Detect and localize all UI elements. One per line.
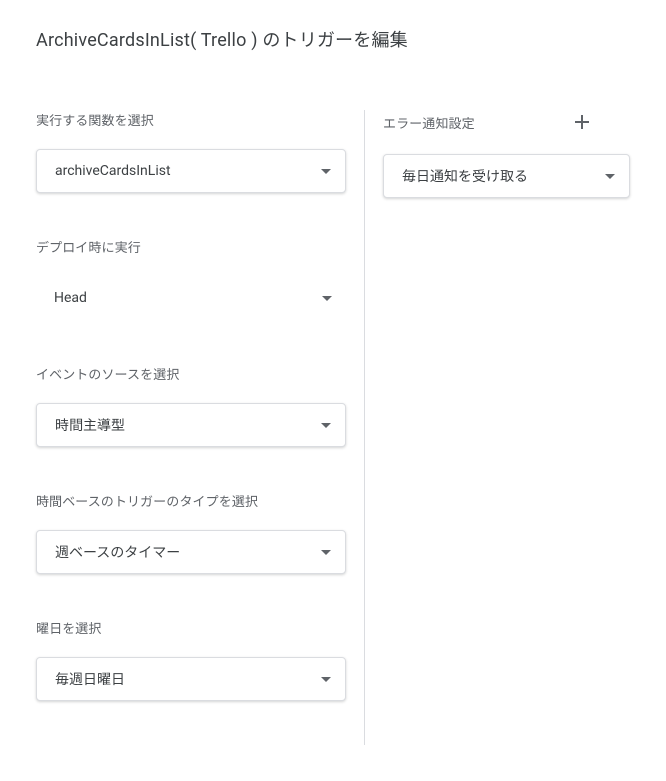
- trigger-editor-dialog: ArchiveCardsInList( Trello ) のトリガーを編集 実行…: [0, 0, 666, 781]
- deploy-select[interactable]: Head: [36, 276, 346, 320]
- chevron-down-icon: [321, 423, 331, 428]
- function-select-value: archiveCardsInList: [55, 163, 171, 179]
- event-source-select[interactable]: 時間主導型: [36, 403, 346, 447]
- chevron-down-icon: [605, 174, 615, 179]
- deploy-field: デプロイ時に実行 Head: [36, 237, 346, 320]
- columns: 実行する関数を選択 archiveCardsInList デプロイ時に実行 He…: [36, 110, 630, 745]
- day-select[interactable]: 毎週日曜日: [36, 657, 346, 701]
- error-notify-label: エラー通知設定: [383, 113, 475, 132]
- chevron-down-icon: [322, 296, 332, 301]
- error-notify-select-value: 毎日通知を受け取る: [402, 166, 528, 186]
- deploy-select-value: Head: [54, 290, 87, 306]
- add-notification-button[interactable]: [570, 110, 594, 134]
- chevron-down-icon: [321, 550, 331, 555]
- event-source-field: イベントのソースを選択 時間主導型: [36, 364, 346, 447]
- event-source-label: イベントのソースを選択: [36, 364, 346, 383]
- chevron-down-icon: [321, 169, 331, 174]
- day-select-value: 毎週日曜日: [55, 669, 125, 689]
- event-source-select-value: 時間主導型: [55, 415, 125, 435]
- left-column: 実行する関数を選択 archiveCardsInList デプロイ時に実行 He…: [36, 110, 346, 745]
- function-select[interactable]: archiveCardsInList: [36, 149, 346, 193]
- function-field: 実行する関数を選択 archiveCardsInList: [36, 110, 346, 193]
- timer-type-select[interactable]: 週ベースのタイマー: [36, 530, 346, 574]
- function-label: 実行する関数を選択: [36, 110, 346, 129]
- vertical-divider: [364, 110, 365, 745]
- day-field: 曜日を選択 毎週日曜日: [36, 618, 346, 701]
- right-column: エラー通知設定 毎日通知を受け取る: [383, 110, 630, 745]
- error-notify-select[interactable]: 毎日通知を受け取る: [383, 154, 630, 198]
- timer-type-select-value: 週ベースのタイマー: [55, 542, 180, 562]
- chevron-down-icon: [321, 677, 331, 682]
- dialog-title: ArchiveCardsInList( Trello ) のトリガーを編集: [36, 26, 630, 52]
- day-label: 曜日を選択: [36, 618, 346, 637]
- timer-type-label: 時間ベースのトリガーのタイプを選択: [36, 491, 346, 510]
- plus-icon: [575, 112, 589, 132]
- timer-type-field: 時間ベースのトリガーのタイプを選択 週ベースのタイマー: [36, 491, 346, 574]
- deploy-label: デプロイ時に実行: [36, 237, 346, 256]
- error-notify-field: エラー通知設定 毎日通知を受け取る: [383, 110, 630, 198]
